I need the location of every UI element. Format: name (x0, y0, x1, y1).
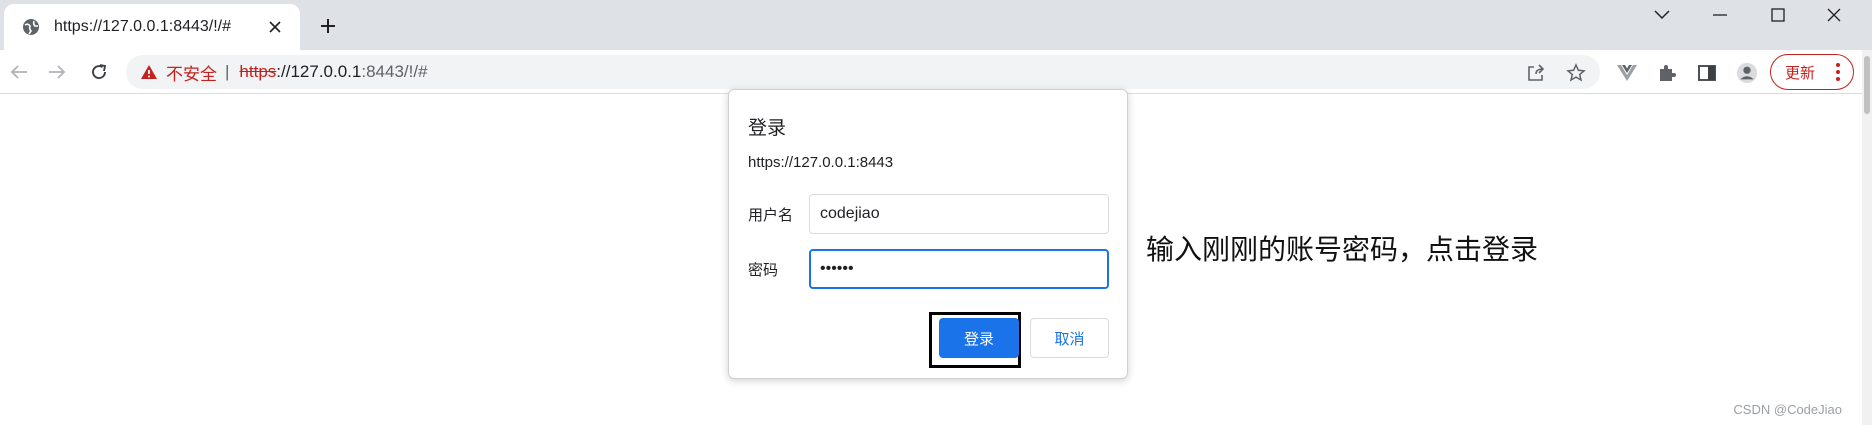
globe-icon (22, 18, 40, 36)
sign-in-dialog: 登录 https://127.0.0.1:8443 用户名 密码 登录 取消 (728, 89, 1128, 379)
maximize-icon[interactable] (1752, 2, 1804, 28)
username-input[interactable] (809, 194, 1109, 234)
update-label: 更新 (1785, 64, 1816, 82)
url-path: :8443/!/# (361, 62, 428, 81)
password-label: 密码 (748, 262, 779, 279)
minimize-icon[interactable] (1694, 2, 1746, 28)
side-panel-icon[interactable] (1696, 62, 1718, 84)
browser-tab[interactable]: https://127.0.0.1:8443/!/# (4, 4, 300, 50)
browser-window: https://127.0.0.1:8443/!/# 不安全 | https:… (0, 0, 1872, 425)
chevron-down-icon[interactable] (1636, 2, 1688, 28)
tab-title: https://127.0.0.1:8443/!/# (54, 18, 232, 35)
update-button[interactable]: 更新 (1770, 54, 1854, 90)
password-input[interactable] (809, 249, 1109, 289)
address-bar[interactable]: 不安全 | https ://127.0.0.1 :8443/!/# (126, 55, 1600, 89)
new-tab-button[interactable] (316, 14, 340, 38)
omnibox-separator: | (225, 62, 230, 81)
username-label: 用户名 (748, 207, 794, 224)
browser-toolbar: 不安全 | https ://127.0.0.1 :8443/!/# 更新 (0, 50, 1872, 94)
tab-close-icon[interactable] (264, 16, 286, 38)
dialog-origin-url: https://127.0.0.1:8443 (748, 154, 894, 171)
tab-strip: https://127.0.0.1:8443/!/# (0, 0, 1872, 50)
login-button[interactable]: 登录 (939, 318, 1019, 358)
not-secure-label[interactable]: 不安全 (166, 60, 217, 85)
share-icon[interactable] (1526, 63, 1546, 83)
star-icon[interactable] (1566, 63, 1586, 83)
page-scrollbar[interactable] (1862, 50, 1872, 425)
cancel-button[interactable]: 取消 (1030, 318, 1109, 358)
watermark: CSDN @CodeJiao (1733, 402, 1842, 417)
reload-icon[interactable] (86, 59, 112, 85)
warning-icon[interactable] (140, 63, 158, 81)
extensions-puzzle-icon[interactable] (1656, 62, 1678, 84)
profile-avatar-icon[interactable] (1736, 62, 1758, 84)
dialog-title: 登录 (748, 118, 787, 139)
back-arrow-icon[interactable] (6, 59, 32, 85)
url-scheme: https (239, 62, 277, 81)
scrollbar-thumb[interactable] (1864, 56, 1870, 114)
close-icon[interactable] (1808, 2, 1860, 28)
url-host: ://127.0.0.1 (276, 62, 362, 81)
more-menu-icon[interactable] (1835, 63, 1841, 81)
instruction-annotation: 输入刚刚的账号密码，点击登录 (1146, 234, 1539, 265)
vue-devtools-icon[interactable] (1616, 62, 1638, 84)
forward-arrow-icon[interactable] (44, 59, 70, 85)
